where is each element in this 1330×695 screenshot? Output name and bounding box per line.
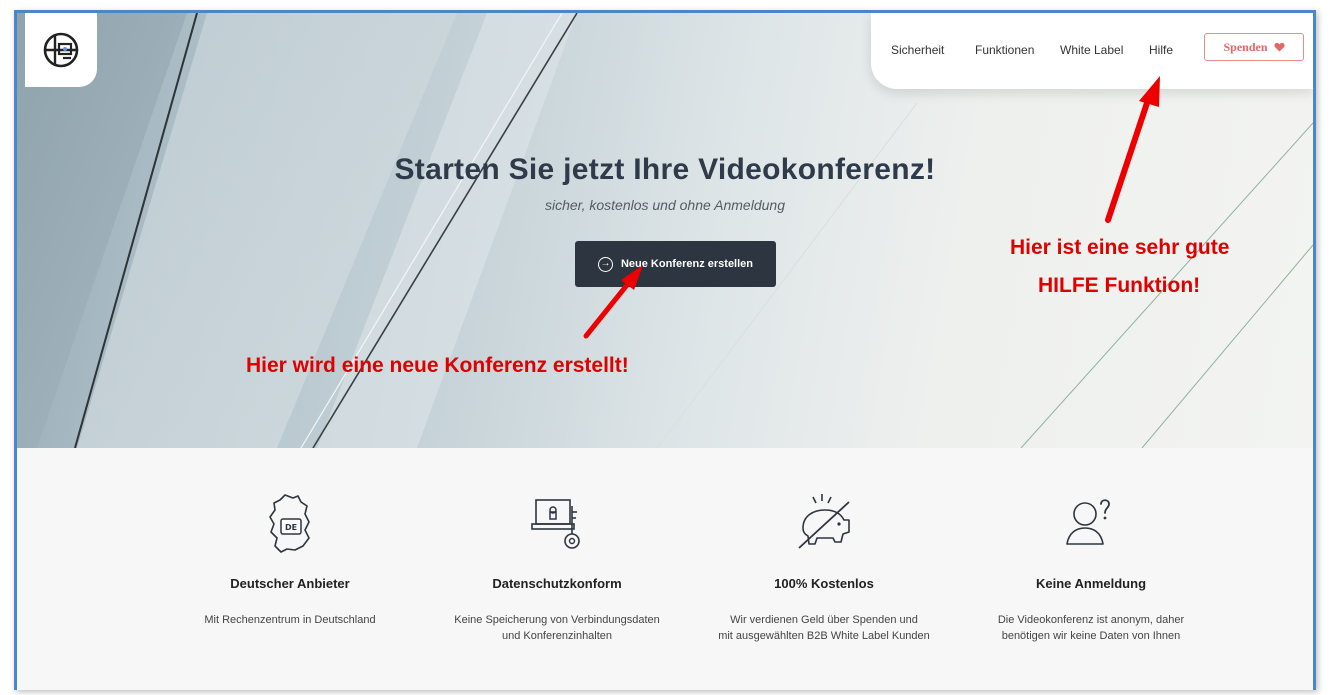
feature-description-line-2: mit ausgewählten B2B White Label Kunden: [718, 630, 930, 642]
annotation-help-line-2: HILFE Funktion!: [1038, 274, 1201, 297]
annotation-new-conference: Hier wird eine neue Konferenz erstellt!: [246, 354, 629, 377]
feature-description-line-1: Die Videokonferenz ist anonym, daher: [997, 614, 1185, 626]
feature-title: 100% Kostenlos: [774, 576, 874, 591]
person-question-icon: [1066, 499, 1110, 545]
hero-section: Sicherheit Funktionen White Label Hilfe …: [17, 13, 1313, 448]
new-conference-button[interactable]: → Neue Konferenz erstellen: [575, 241, 776, 287]
arrow-right-circle-icon: →: [597, 256, 613, 272]
feature-datenschutzkonform: Datenschutzkonform Keine Speicherung von…: [422, 448, 692, 644]
nav-link-white-label[interactable]: White Label: [1060, 43, 1123, 57]
nav-link-sicherheit[interactable]: Sicherheit: [891, 43, 944, 57]
features-section: DE Deutscher Anbieter Mit Rechenzentrum …: [17, 448, 1313, 690]
feature-kostenlos: 100% Kostenlos Wir verdienen Geld über S…: [689, 448, 959, 644]
feature-description-line-1: Mit Rechenzentrum in Deutschland: [204, 614, 376, 626]
nav-link-funktionen[interactable]: Funktionen: [975, 43, 1034, 57]
donate-label: Spenden: [1223, 39, 1268, 54]
annotation-help-line-1: Hier ist eine sehr gute: [1010, 236, 1230, 259]
feature-title: Deutscher Anbieter: [230, 576, 350, 591]
hero-subtitle: sicher, kostenlos und ohne Anmeldung: [545, 197, 785, 213]
feature-title: Datenschutzkonform: [492, 576, 622, 591]
donate-button[interactable]: Spenden: [1204, 33, 1304, 61]
feature-description-line-1: Keine Speicherung von Verbindungsdaten: [454, 614, 660, 626]
browser-frame: Sicherheit Funktionen White Label Hilfe …: [14, 10, 1316, 690]
feature-description-line-2: und Konferenzinhalten: [501, 630, 613, 642]
logo-icon: [43, 32, 79, 68]
new-conference-label: Neue Konferenz erstellen: [620, 258, 754, 270]
feature-keine-anmeldung: Keine Anmeldung Die Videokonferenz ist a…: [956, 448, 1226, 644]
heart-icon: [1273, 42, 1285, 52]
feature-description-line-1: Wir verdienen Geld über Spenden und: [730, 614, 918, 626]
germany-map-icon: DE: [269, 494, 310, 553]
de-badge: DE: [285, 523, 297, 532]
feature-description-line-2: benötigen wir keine Daten von Ihnen: [1001, 630, 1181, 642]
feature-title: Keine Anmeldung: [1035, 576, 1147, 591]
logo[interactable]: [25, 13, 97, 87]
feature-deutscher-anbieter: DE Deutscher Anbieter Mit Rechenzentrum …: [155, 448, 425, 628]
nav-link-hilfe[interactable]: Hilfe: [1149, 43, 1173, 57]
crossed-piggy-bank-icon: [798, 494, 850, 549]
laptop-lock-key-icon: [531, 499, 580, 549]
top-navigation: Sicherheit Funktionen White Label Hilfe …: [871, 13, 1313, 89]
hero-title: Starten Sie jetzt Ihre Videokonferenz!: [394, 153, 936, 186]
